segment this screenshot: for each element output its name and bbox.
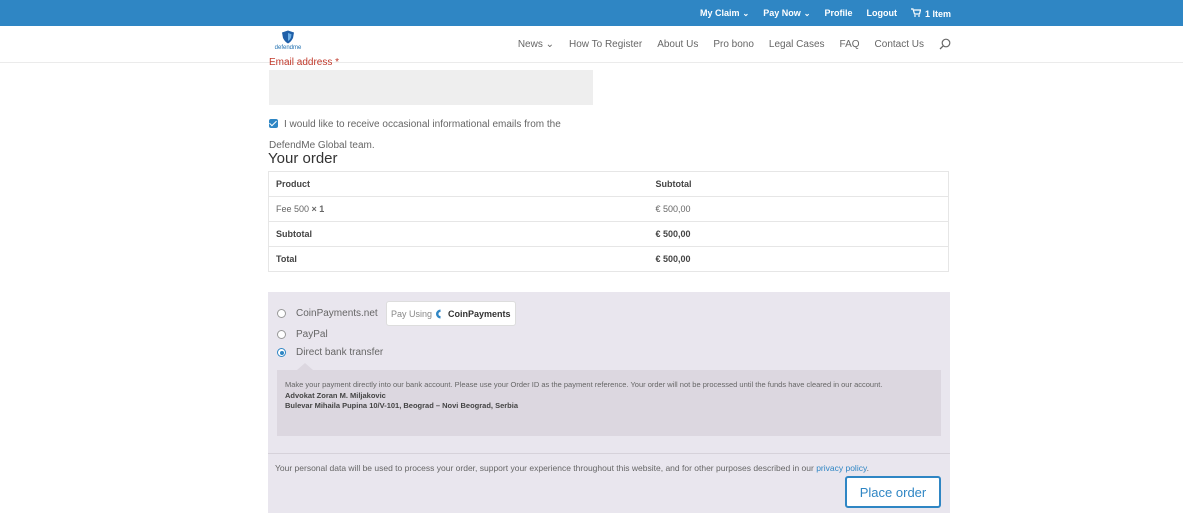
required-mark: *	[335, 57, 340, 68]
table-header-row: Product Subtotal	[268, 171, 949, 197]
my-claim-label: My Claim	[700, 8, 740, 18]
place-order-button[interactable]: Place order	[845, 476, 941, 508]
bank-transfer-radio[interactable]	[277, 348, 286, 357]
nav-contact-us[interactable]: Contact Us	[875, 39, 924, 50]
item-qty: × 1	[311, 204, 325, 214]
search-icon[interactable]	[939, 38, 951, 50]
nav-news-label: News	[517, 38, 543, 50]
total-value: € 500,00	[648, 246, 949, 272]
logo[interactable]: defendme	[272, 30, 304, 58]
my-claim-menu[interactable]: My Claim ⌄	[700, 8, 749, 18]
bank-transfer-label: Direct bank transfer	[296, 347, 384, 358]
chevron-down-icon: ⌄	[742, 9, 750, 18]
table-row: Fee 500 × 1 € 500,00	[268, 196, 949, 222]
privacy-end: .	[866, 463, 869, 473]
divider	[268, 453, 950, 454]
newsletter-label: I would like to receive occasional infor…	[269, 119, 561, 151]
pay-now-label: Pay Now	[763, 8, 801, 18]
logout-link[interactable]: Logout	[866, 8, 897, 18]
paypal-radio[interactable]	[277, 330, 286, 339]
email-field[interactable]	[269, 70, 593, 105]
bank-address: Bulevar Mihaila Pupina 10/V-101, Beograd…	[285, 401, 518, 410]
subtotal-value: € 500,00	[648, 221, 949, 247]
email-label-text: Email address	[269, 57, 333, 68]
subtotal-row: Subtotal € 500,00	[268, 221, 949, 247]
coinpayments-radio[interactable]	[277, 309, 286, 318]
cart-count: 1 Item	[924, 8, 951, 19]
coinpayments-badge: Pay Using CoinPayments	[385, 301, 516, 326]
privacy-policy-link[interactable]: privacy policy	[816, 463, 866, 473]
top-bar: My Claim ⌄ Pay Now ⌄ Profile Logout 1 Item	[0, 0, 1183, 26]
cart-link[interactable]: 1 Item	[910, 7, 951, 19]
nav-faq[interactable]: FAQ	[840, 39, 860, 50]
coinpayments-label: CoinPayments.net	[296, 308, 378, 319]
total-row: Total € 500,00	[268, 246, 949, 272]
main-nav: News ⌄ How To Register About Us Pro bono…	[518, 26, 951, 62]
coin-badge-prefix: Pay Using	[390, 308, 432, 319]
pay-now-menu[interactable]: Pay Now ⌄	[763, 8, 810, 18]
total-label: Total	[268, 246, 649, 272]
privacy-notice: Your personal data will be used to proce…	[275, 463, 869, 473]
profile-link[interactable]: Profile	[824, 8, 852, 18]
site-header: defendme News ⌄ How To Register About Us…	[0, 26, 1183, 62]
nav-legal-cases[interactable]: Legal Cases	[769, 39, 825, 50]
nav-about-us[interactable]: About Us	[657, 39, 698, 50]
subtotal-label: Subtotal	[268, 221, 649, 247]
col-header-product: Product	[268, 171, 649, 197]
privacy-text: Your personal data will be used to proce…	[275, 463, 814, 473]
bank-transfer-details: Make your payment directly into our bank…	[277, 363, 941, 436]
bank-description: Make your payment directly into our bank…	[285, 380, 883, 389]
chevron-down-icon: ⌄	[803, 9, 811, 18]
top-bar-menu: My Claim ⌄ Pay Now ⌄ Profile Logout 1 Item	[700, 0, 951, 26]
paypal-label: PayPal	[296, 329, 328, 340]
logo-text: defendme	[274, 45, 302, 51]
order-title: Your order	[268, 150, 338, 167]
payment-section: CoinPayments.net Pay Using CoinPayments …	[268, 292, 950, 513]
item-name-cell: Fee 500 × 1	[268, 196, 649, 222]
shield-logo-icon	[282, 30, 294, 44]
nav-news[interactable]: News ⌄	[518, 39, 554, 50]
item-subtotal: € 500,00	[648, 196, 949, 222]
nav-pro-bono[interactable]: Pro bono	[713, 39, 754, 50]
payment-method-paypal[interactable]: PayPal	[277, 329, 328, 340]
order-table: Product Subtotal Fee 500 × 1 € 500,00 Su…	[268, 171, 949, 272]
nav-how-to-register[interactable]: How To Register	[569, 39, 642, 50]
payment-method-bank[interactable]: Direct bank transfer	[277, 347, 383, 358]
email-label: Email address *	[269, 57, 339, 68]
item-name: Fee 500	[276, 204, 310, 214]
newsletter-checkbox[interactable]	[269, 119, 278, 128]
coinpayments-logo-icon	[435, 309, 441, 318]
col-header-subtotal: Subtotal	[648, 171, 949, 197]
payment-method-coinpayments[interactable]: CoinPayments.net Pay Using CoinPayments	[277, 301, 516, 326]
bank-account-name: Advokat Zoran M. Miljakovic	[285, 390, 386, 400]
cart-icon	[910, 7, 922, 19]
chevron-down-icon: ⌄	[545, 38, 554, 50]
coin-badge-brand: CoinPayments	[447, 308, 511, 319]
